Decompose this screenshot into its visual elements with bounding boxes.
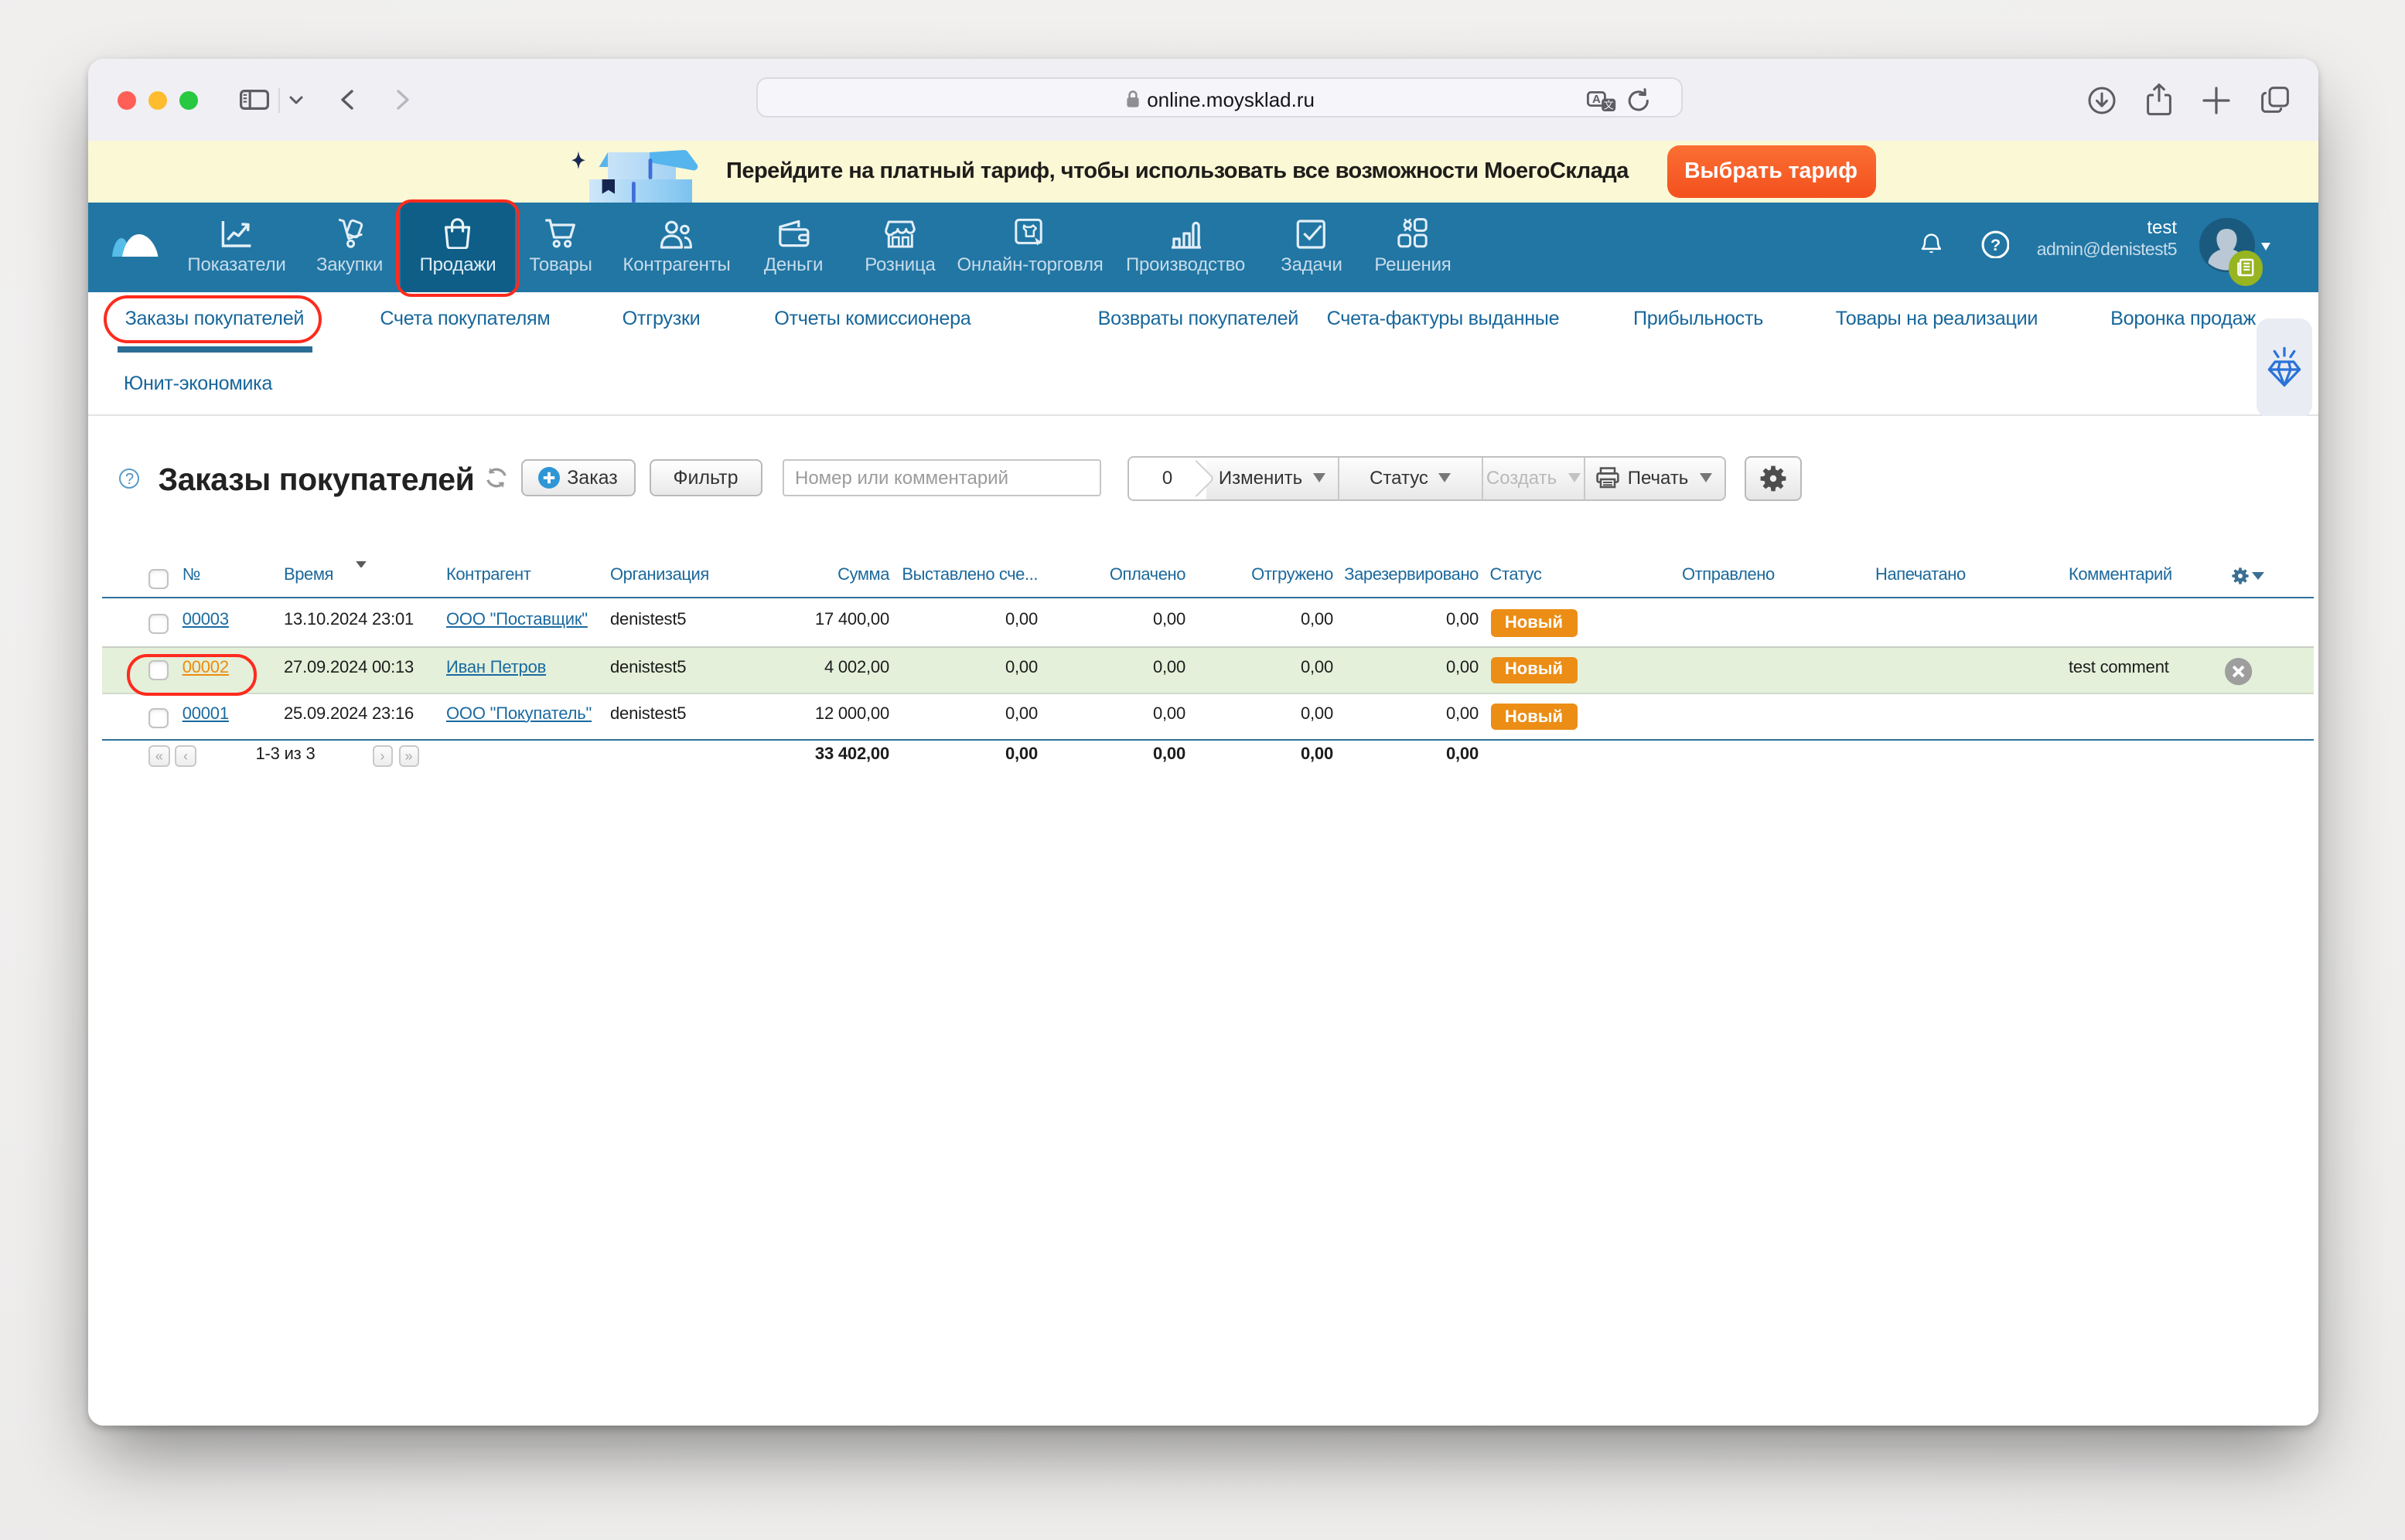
svg-text:文: 文: [1603, 99, 1613, 111]
svg-text:?: ?: [1991, 234, 2001, 254]
svg-text:A: A: [1591, 92, 1600, 105]
